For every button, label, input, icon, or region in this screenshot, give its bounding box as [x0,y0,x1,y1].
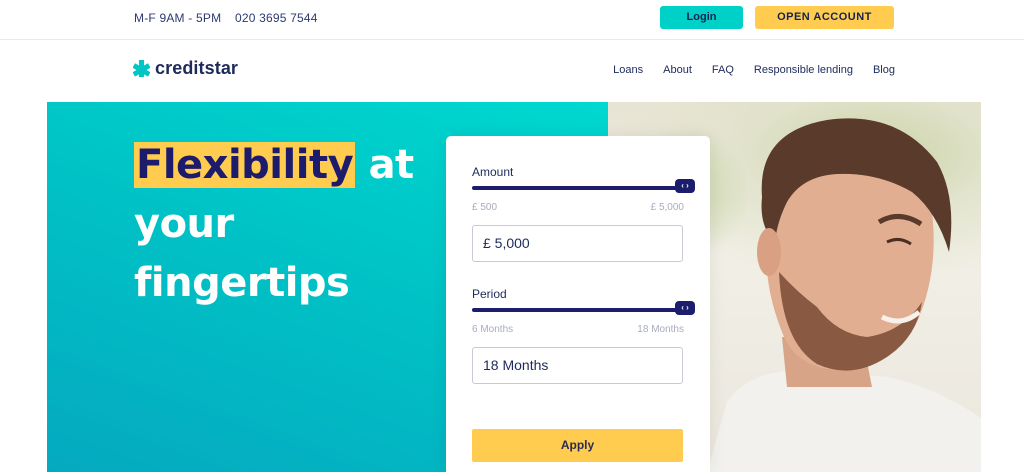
login-button[interactable]: Login [660,6,743,29]
phone-number[interactable]: 020 3695 7544 [235,11,318,25]
period-label: Period [472,287,507,301]
amount-max-label: £ 5,000 [650,202,684,213]
amount-label: Amount [472,165,514,179]
top-bar: M-F 9AM - 5PM 020 3695 7544 Login OPEN A… [0,0,1024,40]
apply-button[interactable]: Apply [472,429,683,462]
nav-item-faq[interactable]: FAQ [712,64,734,76]
headline-line-3: fingertips [134,260,350,306]
amount-slider[interactable]: ‹ › [472,179,695,193]
nav-item-responsible-lending[interactable]: Responsible lending [754,64,853,76]
amount-min-label: £ 500 [472,202,498,213]
headline-line-2: your [134,201,234,247]
period-slider[interactable]: ‹ › [472,301,695,315]
nav-item-about[interactable]: About [663,64,692,76]
logo[interactable]: creditstar [133,58,238,79]
period-input[interactable]: 18 Months [472,347,683,384]
nav-item-loans[interactable]: Loans [613,64,643,76]
period-min-label: 6 Months [472,324,514,335]
headline-highlight: Flexibility [134,142,356,188]
logo-text: creditstar [155,58,239,78]
period-slider-handle[interactable]: ‹ › [675,301,695,315]
amount-slider-handle[interactable]: ‹ › [675,179,695,193]
amount-input[interactable]: £ 5,000 [472,225,683,262]
smiling-man-photo [707,118,981,472]
loan-calculator-card: Amount ‹ › £ 500 £ 5,000 £ 5,000 Period … [446,136,710,472]
headline-line-1-rest: at [355,142,415,188]
nav-item-blog[interactable]: Blog [873,64,895,76]
hero-headline: Flexibility at your fingertips [134,136,414,313]
main-navbar: creditstar Loans About FAQ Responsible l… [0,40,1024,102]
open-account-button[interactable]: OPEN ACCOUNT [755,6,894,29]
period-max-label: 18 Months [637,324,684,335]
star-cross-icon [133,60,150,77]
nav-menu: Loans About FAQ Responsible lending Blog [613,64,895,76]
opening-hours: M-F 9AM - 5PM [134,11,222,25]
